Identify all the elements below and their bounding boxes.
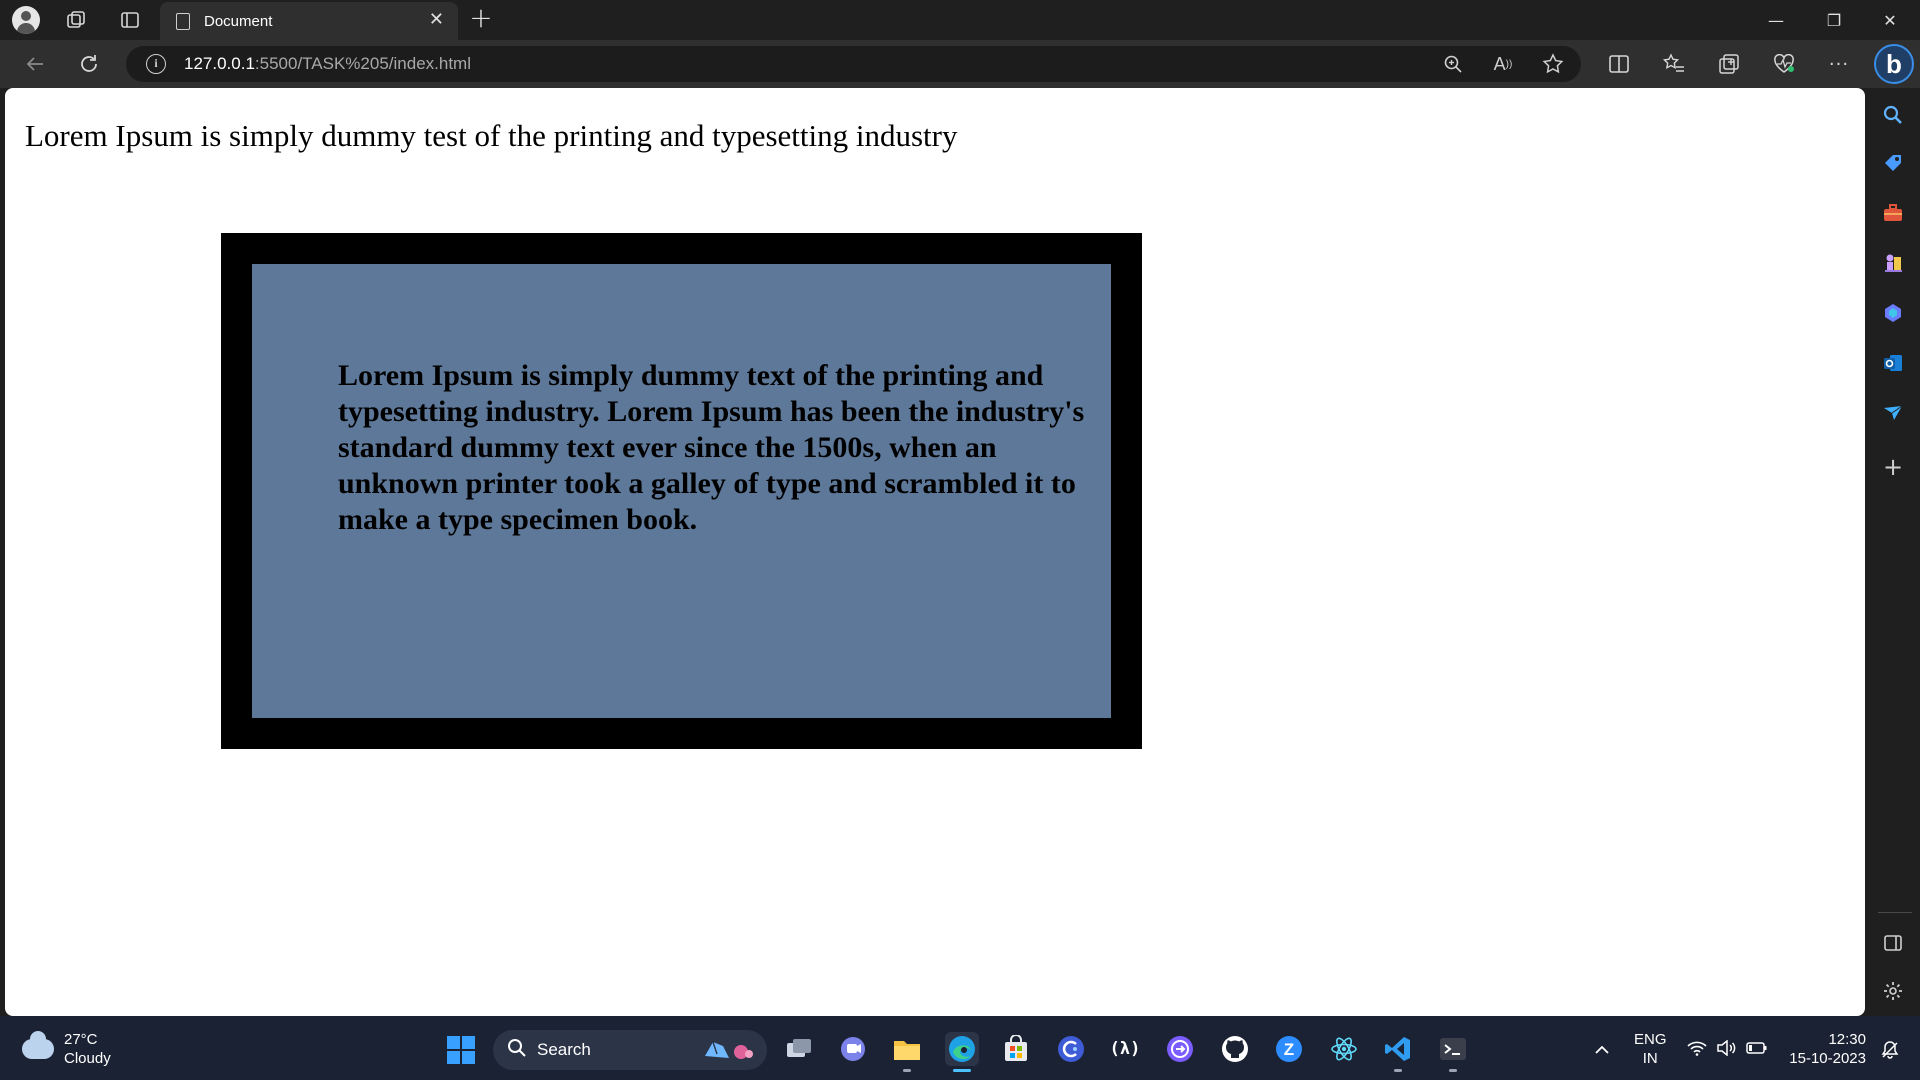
close-window-button[interactable]: ✕ xyxy=(1862,0,1918,40)
reload-button[interactable] xyxy=(72,48,106,80)
add-icon[interactable]: + xyxy=(1880,453,1906,481)
split-screen-icon[interactable] xyxy=(1601,48,1637,80)
url-host: 127.0.0.1 xyxy=(184,54,255,73)
weather-description: Cloudy xyxy=(64,1050,111,1067)
edge-icon[interactable] xyxy=(945,1032,979,1072)
show-hidden-icons-chevron-icon[interactable] xyxy=(1594,1040,1610,1059)
cloud-icon xyxy=(22,1031,54,1059)
wifi-icon[interactable] xyxy=(1687,1040,1707,1060)
running-indicator xyxy=(1394,1069,1402,1072)
blue-content-box: Lorem Ipsum is simply dummy text of the … xyxy=(252,264,1111,718)
search-label: Search xyxy=(537,1040,591,1059)
file-explorer-icon[interactable] xyxy=(890,1032,924,1072)
search-icon[interactable] xyxy=(1880,102,1906,128)
running-indicator xyxy=(903,1069,911,1072)
page-heading: Lorem Ipsum is simply dummy test of the … xyxy=(25,118,958,153)
browser-toolbar: i 127.0.0.1:5500/TASK%205/index.html A))… xyxy=(0,40,1920,88)
favorite-star-icon[interactable] xyxy=(1535,46,1571,82)
tab-close-button[interactable]: ✕ xyxy=(429,10,444,30)
sidebar-divider xyxy=(1878,912,1912,913)
svg-text:Z: Z xyxy=(1284,1040,1294,1059)
taskbar-search[interactable]: Search xyxy=(493,1030,767,1070)
bing-copilot-button[interactable]: b xyxy=(1874,44,1914,84)
running-indicator xyxy=(1449,1069,1457,1072)
windows-taskbar: 27°C Cloudy Search (λ) Z ENG IN 12:30 15… xyxy=(0,1016,1920,1080)
volume-icon[interactable] xyxy=(1716,1039,1736,1060)
windows-start-icon[interactable] xyxy=(447,1036,475,1064)
zoom-app-icon[interactable]: Z xyxy=(1272,1032,1306,1066)
app-c-icon[interactable] xyxy=(1054,1032,1088,1066)
notifications-bell-icon[interactable] xyxy=(1880,1040,1900,1064)
url-text[interactable]: 127.0.0.1:5500/TASK%205/index.html xyxy=(184,54,471,74)
back-arrow-icon xyxy=(26,57,43,71)
address-bar[interactable]: i 127.0.0.1:5500/TASK%205/index.html A)) xyxy=(126,46,1581,82)
send-icon[interactable] xyxy=(1880,400,1906,426)
search-icon xyxy=(507,1038,527,1063)
language-code: ENG xyxy=(1634,1031,1667,1048)
teams-icon[interactable] xyxy=(836,1032,870,1066)
toolbox-icon[interactable] xyxy=(1880,200,1906,226)
region-code: IN xyxy=(1642,1050,1658,1067)
document-icon xyxy=(176,12,190,30)
settings-icon[interactable] xyxy=(1880,978,1906,1004)
app-lambda-icon[interactable]: (λ) xyxy=(1108,1032,1142,1066)
url-path: :5500/TASK%205/index.html xyxy=(254,54,471,73)
battery-icon[interactable] xyxy=(1746,1040,1768,1059)
page-viewport: Lorem Ipsum is simply dummy test of the … xyxy=(5,88,1865,1016)
profile-avatar-icon[interactable] xyxy=(12,6,40,34)
workspaces-icon[interactable] xyxy=(62,6,90,34)
app-arrow-icon[interactable] xyxy=(1163,1032,1197,1066)
chess-icon[interactable] xyxy=(1880,250,1906,276)
split-pane-icon[interactable] xyxy=(1880,930,1906,956)
vscode-icon[interactable] xyxy=(1381,1032,1415,1072)
read-aloud-icon[interactable]: A)) xyxy=(1485,46,1521,82)
weather-temperature: 27°C xyxy=(64,1031,98,1048)
minimize-button[interactable]: — xyxy=(1748,0,1804,40)
outlook-icon[interactable] xyxy=(1880,350,1906,376)
store-icon[interactable] xyxy=(999,1032,1033,1066)
browser-title-bar: Document ✕ + — ❐ ✕ xyxy=(0,0,1920,40)
site-info-icon[interactable]: i xyxy=(146,54,166,74)
clock[interactable]: 12:30 15-10-2023 xyxy=(1786,1030,1866,1068)
black-frame-box: Lorem Ipsum is simply dummy text of the … xyxy=(221,233,1142,749)
reload-icon xyxy=(81,55,97,72)
clock-date: 15-10-2023 xyxy=(1789,1050,1866,1067)
edge-sidebar: + xyxy=(1866,88,1920,1016)
collections-icon[interactable] xyxy=(1711,48,1747,80)
terminal-icon[interactable] xyxy=(1436,1032,1470,1072)
clock-time: 12:30 xyxy=(1828,1031,1866,1048)
more-options-icon[interactable]: ··· xyxy=(1821,48,1857,80)
github-icon[interactable] xyxy=(1218,1032,1252,1066)
active-indicator xyxy=(953,1069,971,1072)
react-icon[interactable] xyxy=(1327,1032,1361,1066)
maps-icon xyxy=(701,1036,757,1068)
new-tab-button[interactable]: + xyxy=(466,4,496,34)
zoom-icon[interactable] xyxy=(1435,46,1471,82)
copilot-icon[interactable] xyxy=(1880,300,1906,326)
browser-tab[interactable]: Document ✕ xyxy=(160,2,458,40)
back-button[interactable] xyxy=(18,48,52,80)
favorites-icon[interactable] xyxy=(1656,48,1692,80)
browser-essentials-icon[interactable] xyxy=(1766,48,1802,80)
language-indicator[interactable]: ENG IN xyxy=(1634,1030,1667,1068)
restore-button[interactable]: ❐ xyxy=(1806,0,1862,40)
vertical-tabs-icon[interactable] xyxy=(116,6,144,34)
tab-title: Document xyxy=(204,12,273,30)
task-view-icon[interactable] xyxy=(782,1032,816,1066)
box-paragraph: Lorem Ipsum is simply dummy text of the … xyxy=(338,359,1085,536)
weather-widget[interactable]: 27°C Cloudy xyxy=(22,1030,111,1068)
tag-icon[interactable] xyxy=(1880,150,1906,176)
